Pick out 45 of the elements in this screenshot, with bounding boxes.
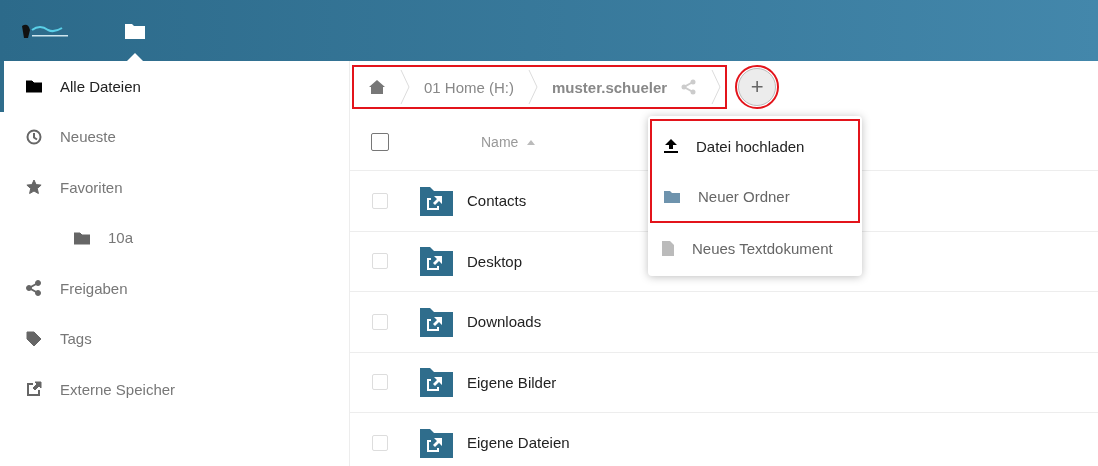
sidebar-item[interactable]: Freigaben (0, 263, 349, 314)
sidebar-item[interactable]: Favoriten (0, 162, 349, 213)
sidebar-item[interactable]: 10a (0, 212, 349, 263)
row-checkbox[interactable] (372, 313, 388, 330)
sidebar-item[interactable]: Alle Dateien (0, 61, 349, 112)
row-checkbox[interactable] (372, 374, 388, 391)
folder-icon (664, 189, 680, 203)
external-folder-icon[interactable] (420, 185, 453, 216)
document-icon (662, 240, 674, 256)
chevron-icon (711, 69, 722, 105)
sidebar-item[interactable]: Neueste (0, 111, 349, 162)
row-checkbox[interactable] (372, 253, 388, 270)
folder-icon (124, 21, 146, 40)
file-name[interactable]: Eigene Dateien (467, 434, 570, 452)
external-folder-icon[interactable] (420, 246, 453, 277)
file-name[interactable]: Contacts (467, 192, 527, 210)
breadcrumb-link[interactable]: muster.schueler (552, 78, 668, 96)
select-all-checkbox[interactable] (371, 132, 389, 151)
row-checkbox[interactable] (372, 192, 388, 209)
home-icon[interactable] (368, 79, 386, 95)
sidebar-item[interactable]: Tags (0, 313, 349, 364)
external-folder-icon[interactable] (420, 427, 453, 458)
file-name[interactable]: Downloads (467, 313, 542, 331)
sidebar-item[interactable]: Externe Speicher (0, 364, 349, 415)
star-icon (26, 179, 42, 196)
new-button[interactable]: + (738, 68, 777, 106)
menu-item[interactable]: Neues Textdokument (648, 223, 862, 273)
folder-icon (74, 229, 90, 246)
chevron-icon (528, 69, 539, 105)
row-checkbox[interactable] (372, 434, 388, 451)
menu-item[interactable]: Datei hochladen (652, 121, 858, 171)
file-name[interactable]: Eigene Bilder (467, 373, 557, 391)
column-header[interactable]: Name (481, 133, 519, 150)
menu-item[interactable]: Neuer Ordner (652, 171, 858, 221)
external-icon (26, 381, 42, 398)
breadcrumb-link[interactable]: 01 Home (H:) (424, 78, 515, 96)
clock-icon (26, 128, 42, 145)
chevron-icon (400, 69, 410, 105)
upload-icon (664, 139, 678, 153)
folder-icon (26, 78, 42, 95)
external-folder-icon[interactable] (420, 367, 453, 398)
share-icon (26, 280, 42, 297)
tag-icon (26, 330, 42, 347)
external-folder-icon[interactable] (420, 306, 453, 337)
file-name[interactable]: Desktop (467, 252, 523, 270)
